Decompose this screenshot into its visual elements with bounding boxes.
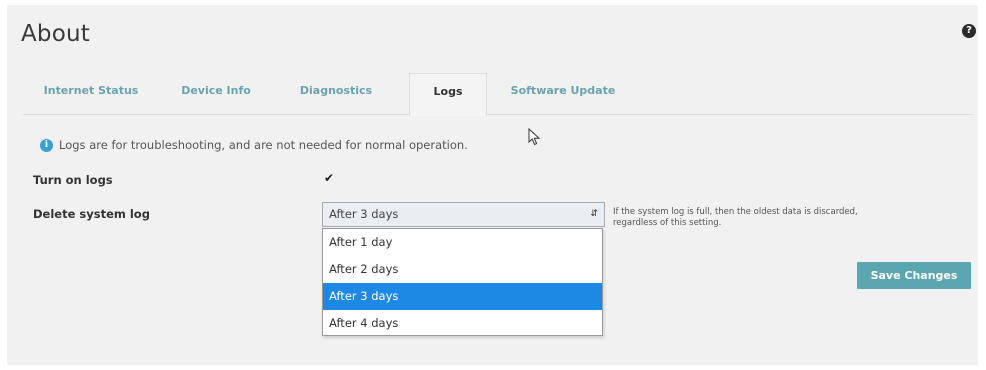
- turn-on-logs-label: Turn on logs: [33, 173, 113, 187]
- turn-on-logs-checkbox[interactable]: ✔: [320, 170, 338, 187]
- tab-software-update[interactable]: Software Update: [503, 73, 623, 115]
- option-after-3-days[interactable]: After 3 days: [323, 283, 602, 310]
- info-icon: i: [40, 138, 53, 152]
- delete-system-log-label: Delete system log: [33, 207, 150, 221]
- tab-logs[interactable]: Logs: [409, 73, 487, 116]
- help-icon[interactable]: ?: [962, 24, 976, 38]
- save-changes-button[interactable]: Save Changes: [857, 262, 971, 289]
- delete-log-dropdown: After 1 day After 2 days After 3 days Af…: [322, 228, 603, 336]
- tab-bar: Internet Status Device Info Diagnostics …: [23, 73, 973, 116]
- option-after-1-day[interactable]: After 1 day: [323, 229, 602, 256]
- select-value: After 3 days: [329, 207, 399, 221]
- option-after-2-days[interactable]: After 2 days: [323, 256, 602, 283]
- tab-diagnostics[interactable]: Diagnostics: [288, 73, 384, 115]
- info-message: i Logs are for troubleshooting, and are …: [40, 138, 468, 152]
- delete-log-help-text: If the system log is full, then the olde…: [613, 207, 858, 228]
- delete-system-log-select[interactable]: After 3 days ⇵: [322, 202, 605, 227]
- chevron-updown-icon: ⇵: [590, 209, 598, 219]
- tab-internet-status[interactable]: Internet Status: [35, 73, 147, 115]
- page-title: About: [21, 21, 91, 47]
- tab-device-info[interactable]: Device Info: [171, 73, 261, 115]
- option-after-4-days[interactable]: After 4 days: [323, 310, 602, 337]
- info-text: Logs are for troubleshooting, and are no…: [59, 138, 468, 152]
- mouse-pointer-icon: [528, 127, 541, 150]
